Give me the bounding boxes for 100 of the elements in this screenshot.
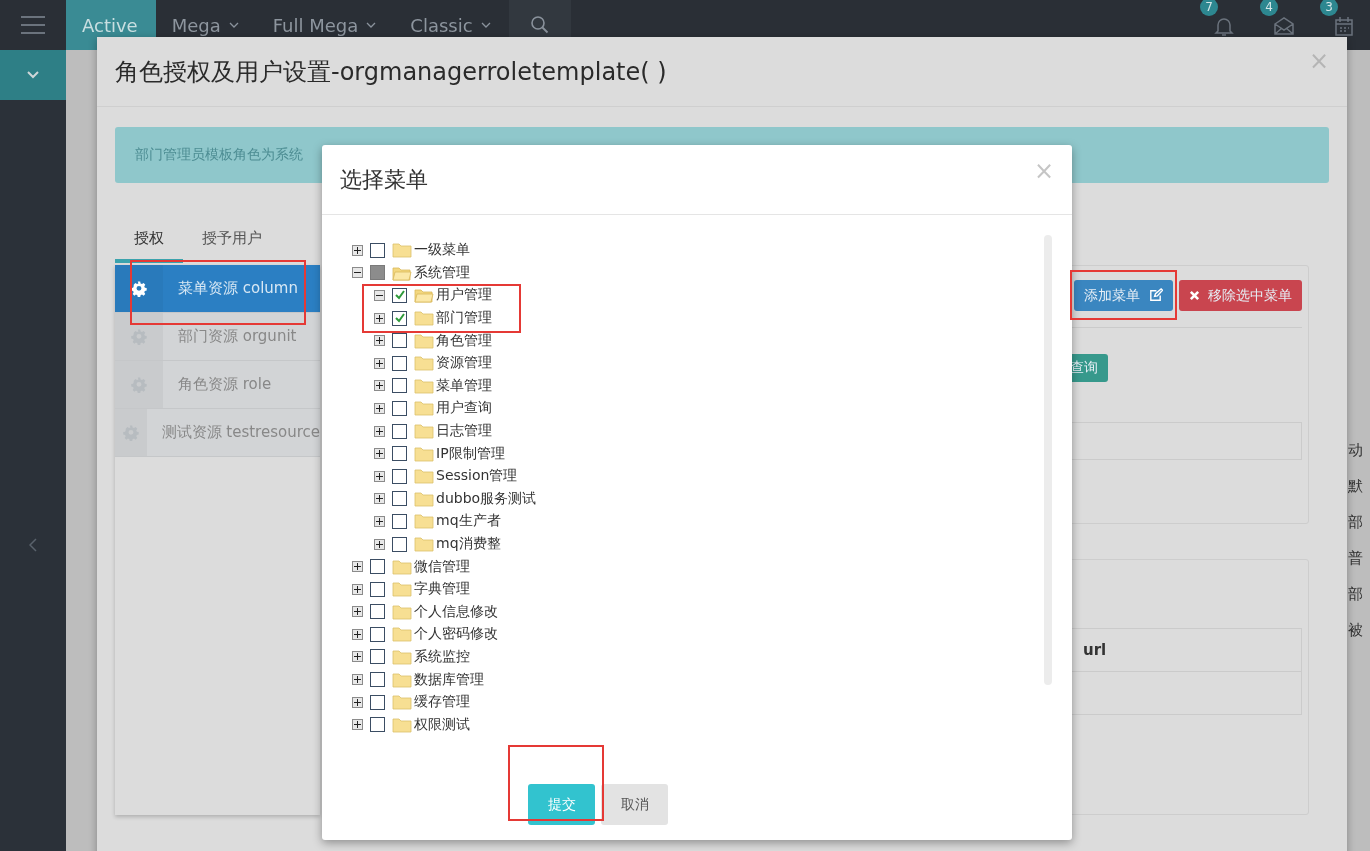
checkbox[interactable] — [370, 581, 385, 597]
folder-icon — [414, 445, 434, 462]
tab[interactable]: 授予用户 — [183, 217, 281, 263]
expand-toggle-icon[interactable] — [374, 402, 385, 414]
expand-toggle-icon[interactable] — [374, 357, 385, 369]
checkbox[interactable] — [370, 717, 385, 733]
expand-toggle-icon[interactable] — [352, 606, 363, 618]
expand-toggle-icon[interactable] — [374, 380, 385, 392]
notification-badge: 3 — [1320, 0, 1338, 16]
tree-node-label[interactable]: 菜单管理 — [436, 376, 492, 395]
tree-node-label[interactable]: 字典管理 — [414, 580, 470, 599]
expand-toggle-icon[interactable] — [374, 538, 385, 550]
remove-selected-button[interactable]: 移除选中菜单 — [1179, 280, 1302, 311]
sidebar-toggle[interactable] — [0, 50, 66, 100]
folder-icon — [414, 377, 434, 394]
checkbox[interactable] — [392, 400, 407, 416]
tree-node-label[interactable]: 权限测试 — [414, 715, 470, 734]
nav-tab[interactable]: Classic — [394, 0, 509, 50]
resource-list-item[interactable]: 菜单资源 column — [115, 265, 320, 313]
folder-icon — [392, 671, 412, 688]
search-icon — [529, 15, 550, 35]
calendar-icon[interactable] — [1332, 14, 1356, 38]
table-header: url — [1082, 641, 1107, 659]
table-text: 动 — [1348, 440, 1364, 460]
tree-node-label[interactable]: 系统监控 — [414, 648, 470, 666]
table-text: 部 — [1348, 512, 1364, 532]
expand-toggle-icon[interactable] — [374, 335, 385, 347]
expand-toggle-icon[interactable] — [352, 651, 363, 663]
expand-toggle-icon[interactable] — [352, 628, 363, 640]
tree-node-label[interactable]: 资源管理 — [436, 354, 492, 373]
tree-node-label[interactable]: IP限制管理 — [436, 444, 505, 463]
expand-toggle-icon[interactable] — [374, 312, 385, 324]
tree-node-label[interactable]: 数据库管理 — [414, 670, 484, 689]
checkbox[interactable] — [392, 355, 407, 371]
checkbox[interactable] — [370, 242, 385, 258]
table-text: 普 — [1348, 548, 1364, 568]
expand-toggle-icon[interactable] — [352, 267, 363, 279]
tree-node-label[interactable]: mq消费整 — [436, 535, 501, 553]
expand-toggle-icon[interactable] — [352, 696, 363, 708]
checkbox[interactable] — [370, 649, 385, 665]
tree-node-label[interactable]: 缓存管理 — [414, 693, 470, 712]
envelope-icon[interactable] — [1272, 14, 1296, 38]
gear-icon — [131, 280, 147, 297]
notification-badge: 4 — [1260, 0, 1278, 16]
tree-node-label[interactable]: 一级菜单 — [414, 241, 470, 260]
tree-node-label[interactable]: mq生产者 — [436, 512, 501, 531]
folder-icon — [392, 626, 412, 643]
expand-toggle-icon[interactable] — [352, 561, 363, 573]
tree-node-label[interactable]: 用户管理 — [436, 286, 492, 305]
tree-node-label[interactable]: 角色管理 — [436, 331, 492, 350]
folder-icon — [392, 716, 412, 733]
checkbox[interactable] — [370, 559, 385, 575]
checkbox[interactable] — [392, 423, 407, 439]
tree-node-label[interactable]: 微信管理 — [414, 557, 470, 576]
checkbox[interactable] — [370, 265, 385, 281]
tree-node-label[interactable]: 部门管理 — [436, 309, 492, 328]
expand-toggle-icon[interactable] — [374, 515, 385, 527]
folder-icon — [392, 242, 412, 259]
tree-node-label[interactable]: dubbo服务测试 — [436, 489, 537, 508]
checkbox[interactable] — [392, 378, 407, 394]
caret-icon — [480, 22, 491, 28]
tree-node-label[interactable]: 用户查询 — [436, 399, 492, 418]
checkbox[interactable] — [392, 446, 407, 462]
expand-toggle-icon[interactable] — [374, 448, 385, 460]
checkbox[interactable] — [370, 672, 385, 688]
expand-toggle-icon[interactable] — [352, 583, 363, 595]
checkbox[interactable] — [370, 604, 385, 620]
folder-icon — [414, 423, 434, 440]
expand-toggle-icon[interactable] — [374, 290, 385, 301]
checkbox[interactable] — [392, 468, 407, 484]
checkbox[interactable] — [392, 333, 407, 349]
checkbox[interactable] — [392, 310, 407, 326]
tree-node-label[interactable]: 系统管理 — [414, 263, 470, 282]
checkbox[interactable] — [392, 288, 407, 303]
checkbox[interactable] — [370, 626, 385, 642]
expand-toggle-icon[interactable] — [352, 244, 363, 256]
checkbox[interactable] — [370, 694, 385, 710]
expand-toggle-icon[interactable] — [352, 719, 363, 731]
checkbox[interactable] — [392, 536, 407, 552]
cancel-button[interactable]: 取消 — [601, 784, 668, 825]
expand-toggle-icon[interactable] — [374, 470, 385, 482]
tree-node-label[interactable]: 个人信息修改 — [414, 602, 498, 621]
tree-node-label[interactable]: Session管理 — [436, 467, 518, 486]
tree-node-label[interactable]: 个人密码修改 — [414, 625, 498, 644]
expand-toggle-icon[interactable] — [374, 493, 385, 505]
tree-node-label[interactable]: 日志管理 — [436, 422, 492, 441]
caret-icon — [228, 22, 239, 28]
dialog-title: 角色授权及用户设置-orgmanagerroletemplate( ) — [115, 56, 667, 88]
folder-icon — [392, 264, 412, 281]
checkbox[interactable] — [392, 513, 407, 529]
expand-toggle-icon[interactable] — [374, 425, 385, 437]
nav-tab[interactable]: Mega — [155, 0, 257, 50]
checkbox[interactable] — [392, 491, 407, 507]
folder-icon — [392, 558, 412, 575]
nav-tab[interactable]: Full Mega — [256, 0, 395, 50]
x-icon — [1189, 290, 1200, 301]
notification-badge: 7 — [1200, 0, 1218, 16]
add-menu-button[interactable]: 添加菜单 — [1074, 280, 1173, 311]
expand-toggle-icon[interactable] — [352, 674, 363, 686]
folder-icon — [414, 490, 434, 507]
